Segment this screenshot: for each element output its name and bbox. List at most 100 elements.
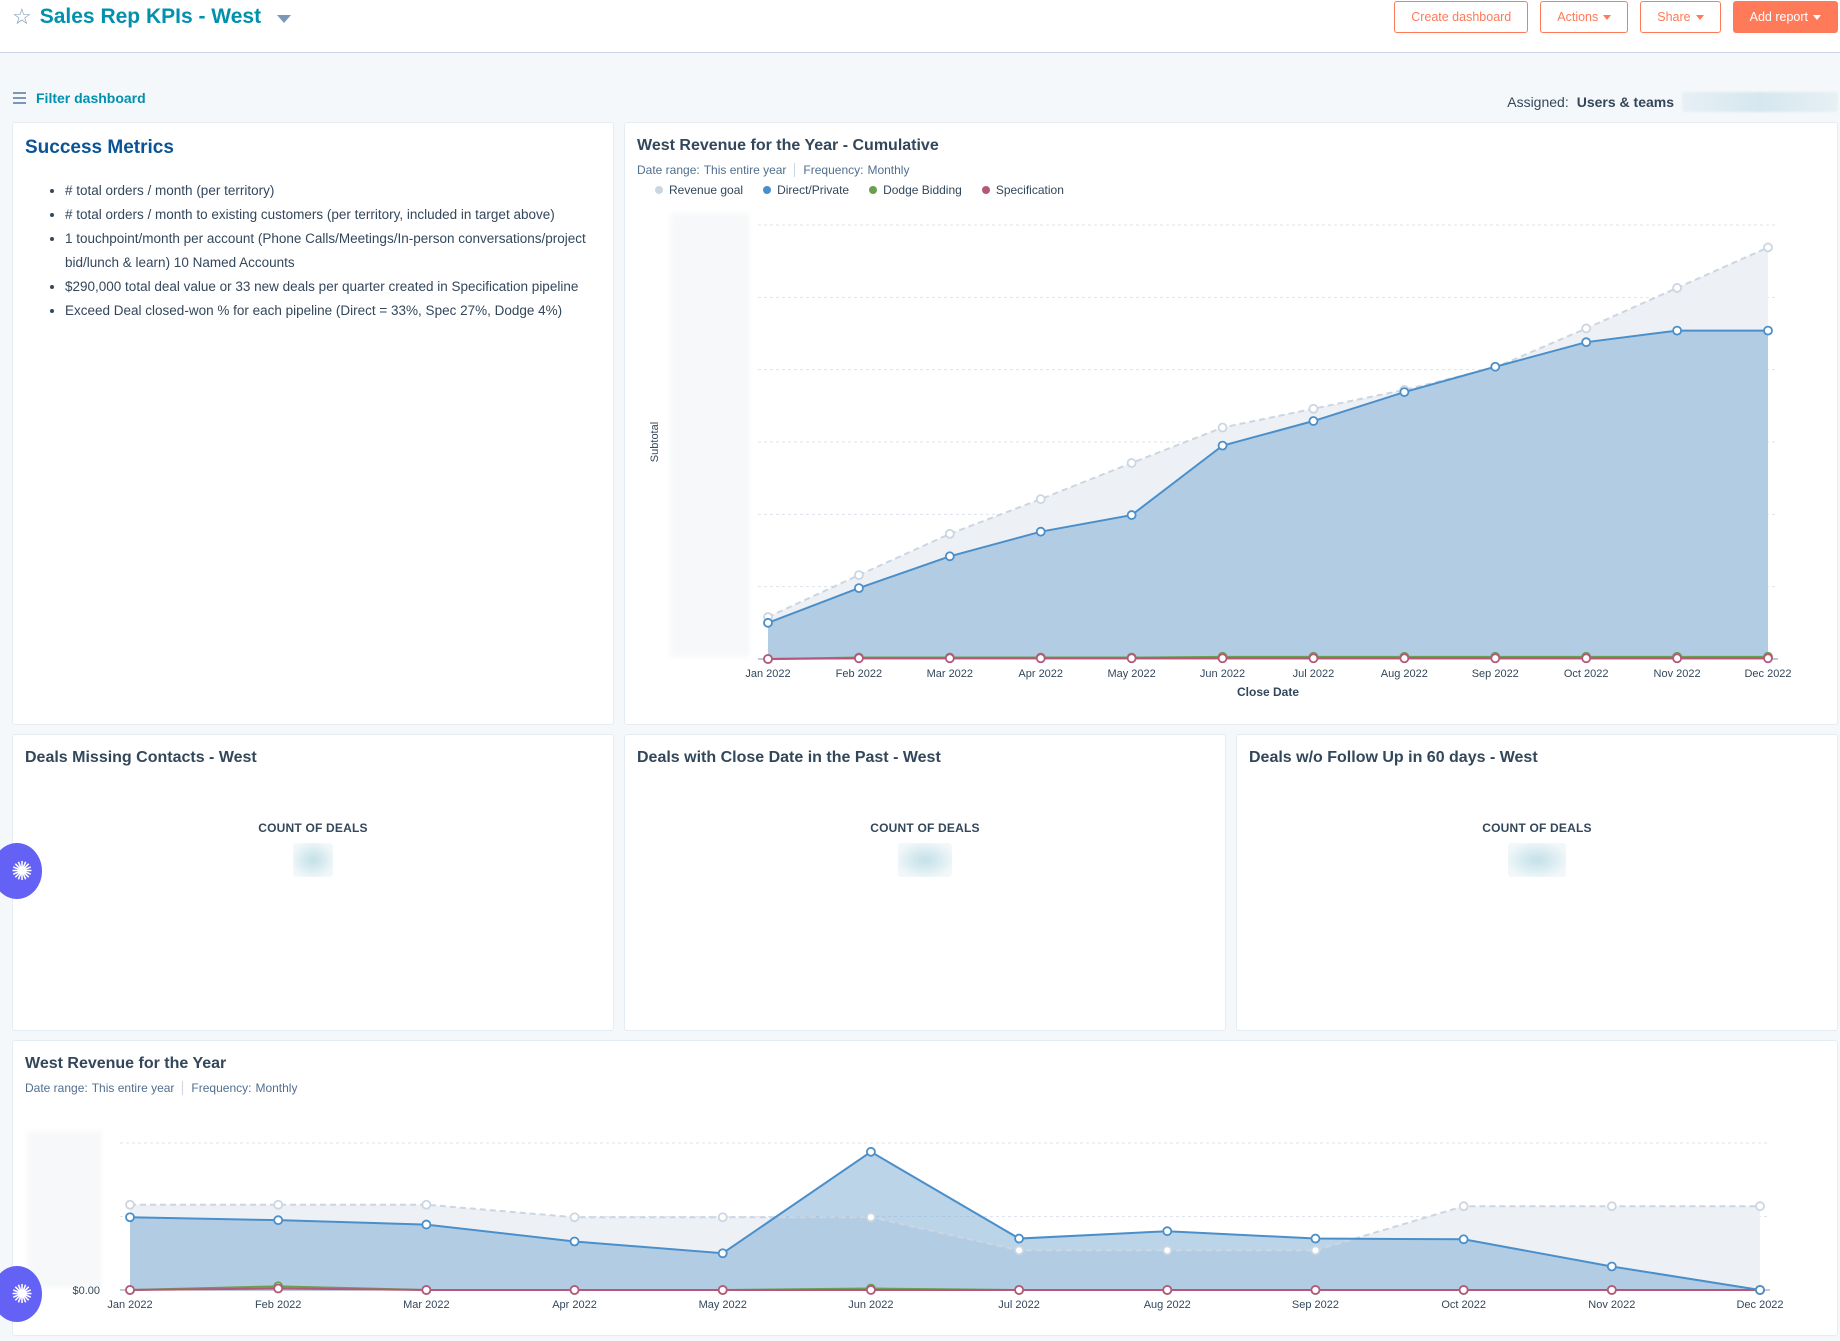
- caret-down-icon: [1813, 14, 1821, 20]
- x-tick-label: Apr 2022: [1018, 668, 1063, 680]
- x-tick-label: Aug 2022: [1144, 1299, 1191, 1311]
- point-direct-private: [1606, 1261, 1617, 1272]
- x-tick-label: Oct 2022: [1441, 1299, 1486, 1311]
- metric-item: # total orders / month to existing custo…: [65, 203, 615, 227]
- point-direct-private: [1014, 1233, 1024, 1244]
- x-tick-label: Apr 2022: [552, 1299, 597, 1311]
- point-direct-private: [1217, 440, 1228, 451]
- point-revenue-goal: [854, 570, 864, 580]
- kpi-title[interactable]: Deals Missing Contacts - West: [25, 749, 257, 767]
- x-tick-label: Dec 2022: [1736, 1299, 1783, 1311]
- actions-button[interactable]: Actions: [1540, 1, 1629, 33]
- sparkle-icon: ✺: [11, 855, 33, 886]
- filter-dashboard-button[interactable]: Filter dashboard: [13, 90, 146, 106]
- top-bar: ☆ Sales Rep KPIs - West Create dashboard…: [0, 0, 1840, 53]
- x-tick-label: Jan 2022: [107, 1299, 152, 1311]
- point-direct-private: [273, 1215, 284, 1226]
- kpi-card-missing-contacts: Deals Missing Contacts - West COUNT OF D…: [12, 734, 614, 1031]
- x-tick-label: Jul 2022: [998, 1299, 1040, 1311]
- sparkle-icon: ✺: [11, 1278, 33, 1309]
- share-button[interactable]: Share: [1640, 1, 1721, 33]
- point-revenue-goal: [1606, 1201, 1617, 1212]
- metric-item: 1 touchpoint/month per account (Phone Ca…: [65, 227, 615, 275]
- kpi-card-no-follow-up: Deals w/o Follow Up in 60 days - West CO…: [1236, 734, 1838, 1031]
- x-tick-label: May 2022: [1107, 668, 1155, 680]
- point-direct-private: [1755, 1285, 1765, 1295]
- point-direct-private: [1581, 337, 1592, 348]
- point-specification: [125, 1285, 135, 1295]
- point-direct-private: [1490, 361, 1501, 372]
- point-direct-private: [1126, 510, 1137, 520]
- yearly-revenue-chart: Jan 2022 Feb 2022 Mar 2022 Apr 2022 May 2022…: [27, 1131, 1784, 1311]
- success-metrics-title: Success Metrics: [25, 137, 174, 158]
- point-specification: [1035, 653, 1046, 664]
- dashboard-title[interactable]: Sales Rep KPIs - West: [40, 5, 261, 29]
- metric-item: Exceed Deal closed-won % for each pipeli…: [65, 299, 615, 323]
- point-specification: [569, 1285, 580, 1295]
- point-direct-private: [1399, 387, 1410, 397]
- point-direct-private: [1035, 526, 1046, 537]
- point-direct-private: [1672, 325, 1682, 336]
- x-tick-label: Mar 2022: [927, 668, 973, 680]
- success-metrics-card: Success Metrics # total orders / month (…: [12, 122, 614, 725]
- point-revenue-goal: [1672, 283, 1682, 293]
- x-tick-label: Jun 2022: [1200, 668, 1245, 680]
- x-tick-label: Nov 2022: [1588, 1299, 1635, 1311]
- point-revenue-goal: [1310, 1245, 1321, 1256]
- point-specification: [1217, 653, 1228, 664]
- yearly-revenue-card: West Revenue for the Year Date range: Thi…: [12, 1040, 1838, 1336]
- point-direct-private: [1763, 325, 1773, 336]
- x-tick-label: Nov 2022: [1654, 668, 1701, 680]
- x-tick-label: Dec 2022: [1744, 668, 1791, 680]
- line-specification: [767, 657, 1768, 660]
- point-revenue-goal: [1162, 1245, 1173, 1256]
- x-tick-label: Jan 2022: [745, 668, 790, 680]
- x-tick-label: Aug 2022: [1381, 668, 1428, 680]
- kpi-value-redacted: [1508, 843, 1566, 877]
- caret-down-icon: [1603, 14, 1612, 20]
- point-specification: [944, 653, 955, 664]
- filter-sliders-icon: [13, 92, 26, 104]
- chevron-down-icon[interactable]: [277, 14, 292, 23]
- metric-item: $290,000 total deal value or 33 new deal…: [65, 275, 615, 299]
- x-tick-label: Jul 2022: [1293, 668, 1335, 680]
- point-specification: [273, 1283, 284, 1294]
- point-direct-private: [944, 551, 955, 562]
- point-revenue-goal: [1458, 1201, 1469, 1212]
- point-revenue-goal: [125, 1199, 135, 1210]
- point-direct-private: [421, 1219, 432, 1230]
- x-tick-label: Sep 2022: [1472, 668, 1519, 680]
- point-revenue-goal: [866, 1212, 876, 1223]
- x-axis-title: Close Date: [1237, 685, 1299, 699]
- assigned-value[interactable]: Users & teams: [1577, 94, 1674, 110]
- point-specification: [1490, 653, 1501, 664]
- share-label: Share: [1657, 10, 1691, 24]
- area-direct-private: [768, 330, 1768, 659]
- point-specification: [1672, 653, 1682, 664]
- point-revenue-goal: [1126, 458, 1137, 468]
- add-report-button[interactable]: Add report: [1732, 1, 1838, 33]
- point-specification: [866, 1285, 876, 1295]
- add-report-label: Add report: [1749, 10, 1808, 24]
- point-specification: [421, 1285, 432, 1295]
- point-specification: [1399, 653, 1410, 664]
- y-axis-title: Subtotal: [649, 422, 661, 462]
- create-dashboard-button[interactable]: Create dashboard: [1394, 1, 1529, 33]
- point-specification: [763, 654, 773, 664]
- point-specification: [1458, 1285, 1469, 1295]
- star-icon[interactable]: ☆: [12, 4, 32, 30]
- x-tick-label: Sep 2022: [1292, 1299, 1339, 1311]
- point-direct-private: [866, 1146, 876, 1157]
- kpi-title[interactable]: Deals w/o Follow Up in 60 days - West: [1249, 749, 1538, 767]
- point-direct-private: [125, 1212, 135, 1223]
- dashboard-title-wrap: ☆ Sales Rep KPIs - West: [12, 4, 292, 30]
- point-specification: [1581, 653, 1592, 664]
- point-revenue-goal: [717, 1212, 728, 1223]
- kpi-title[interactable]: Deals with Close Date in the Past - West: [637, 749, 941, 767]
- point-direct-private: [1308, 416, 1319, 426]
- point-revenue-goal: [1035, 494, 1046, 505]
- x-tick-label: Mar 2022: [403, 1299, 449, 1311]
- point-specification: [1162, 1285, 1173, 1295]
- point-specification: [1763, 653, 1773, 664]
- point-direct-private: [1162, 1226, 1173, 1237]
